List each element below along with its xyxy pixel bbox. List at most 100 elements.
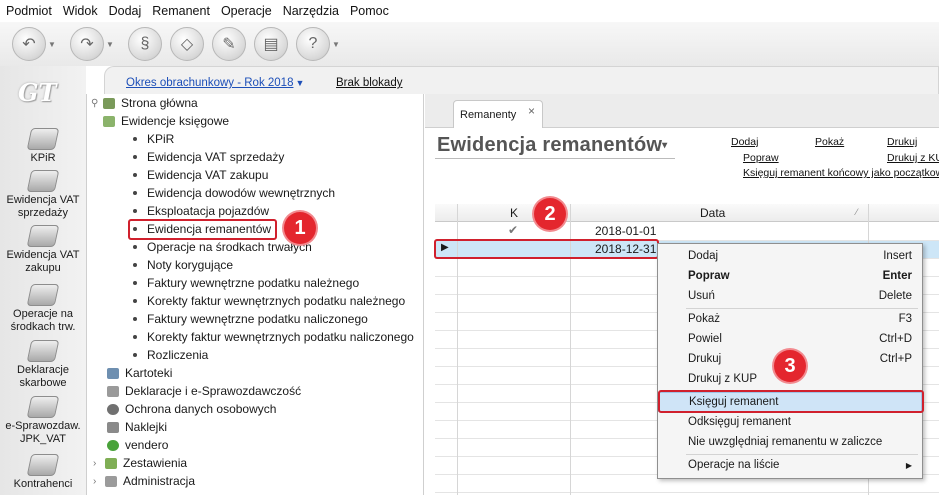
tree-item-korekty-nalezny[interactable]: Korekty faktur wewnętrznych podatku nale… bbox=[133, 292, 405, 310]
period-strip: Okres obrachunkowy - Rok 2018 ▼ Brak blok… bbox=[104, 66, 939, 94]
bullet-icon bbox=[133, 173, 137, 177]
sidebar-item-kontrahenci[interactable]: Kontrahenci bbox=[0, 454, 86, 491]
bullet-icon bbox=[133, 245, 137, 249]
tab-label: Remanenty bbox=[460, 109, 517, 121]
sticker-icon bbox=[107, 421, 119, 433]
chevron-right-icon[interactable]: › bbox=[93, 458, 103, 469]
tree-node-ochrona-danych[interactable]: Ochrona danych osobowych bbox=[107, 400, 276, 418]
bullet-icon bbox=[133, 209, 137, 213]
column-header-k[interactable]: K bbox=[510, 206, 518, 220]
tree-node-deklaracje[interactable]: Deklaracje i e-Sprawozdawczość bbox=[107, 382, 301, 400]
action-popraw-link[interactable]: Popraw bbox=[743, 152, 779, 164]
menu-item-nie-uwzgledniaj[interactable]: Nie uwzględniaj remanentu w zaliczce bbox=[658, 432, 922, 452]
page-title[interactable]: Ewidencja remanentów▾ bbox=[437, 134, 667, 157]
shell-icon[interactable]: § bbox=[128, 27, 162, 61]
sidebar-item-kpir[interactable]: KPiR bbox=[0, 128, 86, 165]
bullet-icon bbox=[133, 191, 137, 195]
vat-sale-icon bbox=[26, 170, 60, 192]
printer-icon[interactable]: ▤ bbox=[254, 27, 288, 61]
sidebar-item-deklaracje[interactable]: Deklaracje skarbowe bbox=[0, 340, 86, 390]
menu-item-powiel[interactable]: Powiel Ctrl+D bbox=[658, 329, 922, 349]
declaration-icon bbox=[107, 385, 119, 397]
menu-narzedzia[interactable]: Narzędzia bbox=[283, 4, 339, 18]
menu-item-dodaj[interactable]: Dodaj Insert bbox=[658, 246, 922, 266]
tree-item-vat-sprzedazy[interactable]: Ewidencja VAT sprzedaży bbox=[133, 148, 284, 166]
highlight-ksieguj-remanent bbox=[658, 390, 924, 413]
menu-item-operacje-na-liscie[interactable]: Operacje na liście ▶ bbox=[658, 455, 922, 475]
action-dodaj-link[interactable]: Dodaj bbox=[731, 136, 758, 148]
tree-item-faktury-naliczony[interactable]: Faktury wewnętrzne podatku naliczonego bbox=[133, 310, 368, 328]
sidebar-item-srodki-trwale[interactable]: Operacje na środkach trw. bbox=[0, 284, 86, 334]
app-logo: GT bbox=[18, 78, 57, 107]
menu-item-popraw[interactable]: Popraw Enter bbox=[658, 266, 922, 286]
sidebar-item-vat-zakupu[interactable]: Ewidencja VAT zakupu bbox=[0, 225, 86, 275]
lock-status-link[interactable]: Brak blokady bbox=[336, 77, 402, 89]
menu-item-odksieguj[interactable]: Odksięguj remanent bbox=[658, 412, 922, 432]
period-selector[interactable]: Okres obrachunkowy - Rok 2018 ▼ bbox=[126, 77, 304, 89]
action-drukuj-kup-link[interactable]: Drukuj z KUP bbox=[887, 152, 939, 164]
highlight-selected-row bbox=[434, 239, 659, 259]
toolbar: ↶ ▼ ↷ ▼ § ◇ ✎ ▤ ? ▼ bbox=[0, 22, 939, 66]
help-icon[interactable]: ? bbox=[296, 27, 330, 61]
action-pokaz-link[interactable]: Pokaż bbox=[815, 136, 844, 148]
menu-widok[interactable]: Widok bbox=[63, 4, 98, 18]
eraser-icon[interactable]: ◇ bbox=[170, 27, 204, 61]
tree-item-eksploatacja-pojazdow[interactable]: Eksploatacja pojazdów bbox=[133, 202, 269, 220]
chevron-down-icon[interactable]: ▼ bbox=[106, 40, 116, 49]
chevron-down-icon[interactable]: ▼ bbox=[332, 40, 342, 49]
pin-icon: ⚲ bbox=[91, 97, 99, 109]
ledger-icon bbox=[103, 115, 115, 127]
tree-item-rozliczenia[interactable]: Rozliczenia bbox=[133, 346, 208, 364]
tab-remanenty[interactable]: Remanenty × bbox=[453, 100, 543, 128]
menu-item-usun[interactable]: Usuń Delete bbox=[658, 286, 922, 306]
tree-item-srodki-trwale[interactable]: Operacje na środkach trwałych bbox=[133, 238, 312, 256]
menu-dodaj[interactable]: Dodaj bbox=[109, 4, 142, 18]
tree-item-faktury-nalezny[interactable]: Faktury wewnętrzne podatku należnego bbox=[133, 274, 359, 292]
column-header-data[interactable]: Data bbox=[700, 206, 725, 220]
tab-bar: Remanenty × bbox=[425, 94, 939, 128]
row-date[interactable]: 2018-01-01 bbox=[595, 224, 656, 238]
back-icon[interactable]: ↶ bbox=[12, 27, 46, 61]
home-icon bbox=[103, 97, 115, 109]
menu-item-pokaz[interactable]: Pokaż F3 bbox=[658, 309, 922, 329]
kpir-icon bbox=[26, 128, 60, 150]
bullet-icon bbox=[133, 317, 137, 321]
bullet-icon bbox=[133, 335, 137, 339]
sort-icon: ⁄ bbox=[856, 207, 858, 217]
tree-node-kartoteki[interactable]: Kartoteki bbox=[107, 364, 172, 382]
tree-node-administracja[interactable]: › Administracja bbox=[93, 472, 195, 490]
tree-node-naklejki[interactable]: Naklejki bbox=[107, 418, 167, 436]
sidebar-item-vat-sprzedazy[interactable]: Ewidencja VAT sprzedaży bbox=[0, 170, 86, 220]
chevron-down-icon: ▾ bbox=[662, 140, 668, 152]
action-ksieguj-koncowy-link[interactable]: Księguj remanent końcowy jako początkowy bbox=[743, 167, 939, 179]
tree-node-vendero[interactable]: vendero bbox=[107, 436, 168, 454]
tree-node-ewidencje[interactable]: Ewidencje księgowe bbox=[103, 112, 229, 130]
chevron-right-icon: ▶ bbox=[905, 460, 912, 470]
forward-icon[interactable]: ↷ bbox=[70, 27, 104, 61]
sidebar-item-jpk[interactable]: e-Sprawozdaw. JPK_VAT bbox=[0, 396, 86, 446]
tree-item-kpir[interactable]: KPiR bbox=[133, 130, 174, 148]
shield-icon bbox=[107, 403, 119, 415]
tree-item-korekty-naliczony[interactable]: Korekty faktur wewnętrznych podatku nali… bbox=[133, 328, 414, 346]
menu-pomoc[interactable]: Pomoc bbox=[350, 4, 389, 18]
bullet-icon bbox=[133, 299, 137, 303]
menu-bar: Podmiot Widok Dodaj Remanent Operacje Na… bbox=[0, 0, 939, 22]
tree-item-vat-zakupu[interactable]: Ewidencja VAT zakupu bbox=[133, 166, 268, 184]
menu-podmiot[interactable]: Podmiot bbox=[6, 4, 52, 18]
assets-icon bbox=[26, 284, 60, 306]
tree-node-strona-glowna[interactable]: ⚲ Strona główna bbox=[91, 94, 198, 112]
folder-icon bbox=[107, 367, 119, 379]
broom-icon[interactable]: ✎ bbox=[212, 27, 246, 61]
vendero-icon bbox=[107, 439, 119, 451]
declarations-icon bbox=[26, 340, 60, 362]
chevron-right-icon[interactable]: › bbox=[93, 476, 103, 487]
menu-operacje[interactable]: Operacje bbox=[221, 4, 272, 18]
row-divider bbox=[435, 492, 939, 493]
tree-node-zestawienia[interactable]: › Zestawienia bbox=[93, 454, 187, 472]
menu-remanent[interactable]: Remanent bbox=[152, 4, 210, 18]
tree-item-noty-korygujace[interactable]: Noty korygujące bbox=[133, 256, 233, 274]
action-drukuj-link[interactable]: Drukuj bbox=[887, 136, 917, 148]
chevron-down-icon[interactable]: ▼ bbox=[48, 40, 58, 49]
tree-item-dowody-wewnetrzne[interactable]: Ewidencja dowodów wewnętrznych bbox=[133, 184, 335, 202]
close-icon[interactable]: × bbox=[528, 104, 535, 118]
